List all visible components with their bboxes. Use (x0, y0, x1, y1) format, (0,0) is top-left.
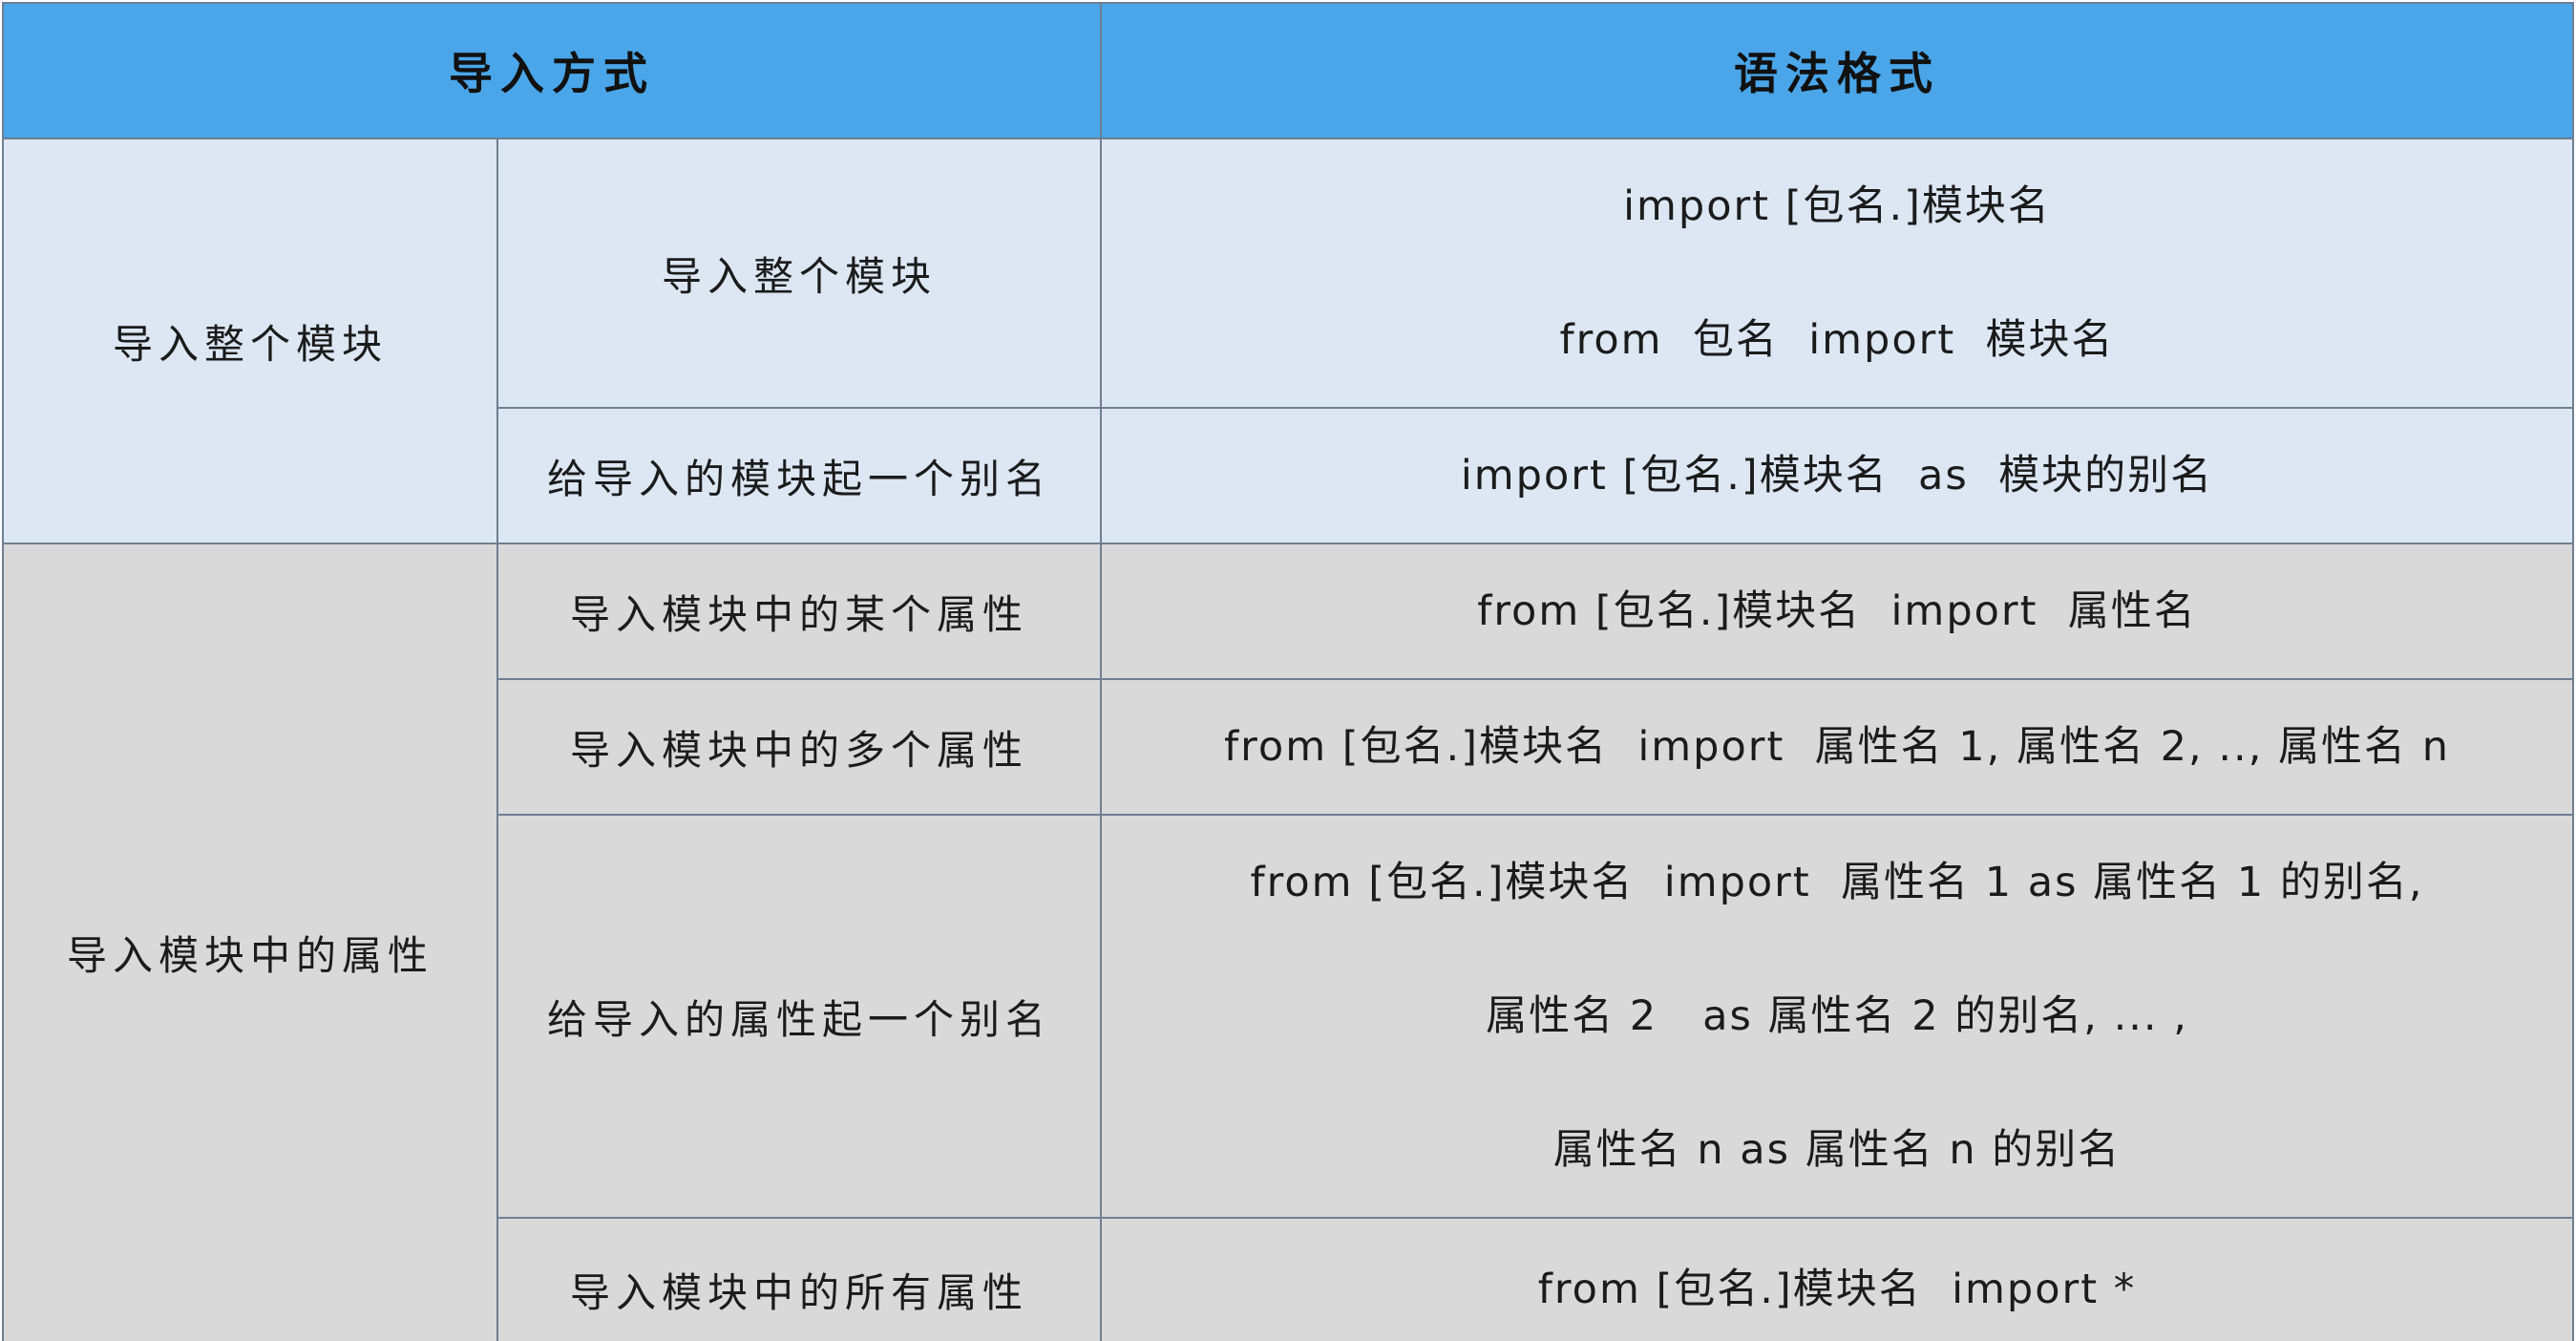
syntax-cell: from [包名.]模块名 import 属性名 1 as 属性名 1 的别名,… (1100, 814, 2574, 1219)
header-row: 导入方式 语法格式 (2, 2, 2574, 139)
table-row: 导入整个模块 导入整个模块 import [包名.]模块名 from 包名 im… (2, 138, 2574, 544)
syntax-line: from [包名.]模块名 import 属性名 (1477, 587, 2197, 635)
syntax-line: 属性名 n as 属性名 n 的别名 (1552, 1126, 2122, 1174)
syntax-line: import [包名.]模块名 (1623, 182, 2051, 230)
method-cell: 导入模块中的所有属性 (496, 1217, 1102, 1341)
category-cell: 导入模块中的属性 (2, 543, 498, 1341)
syntax-cell: import [包名.]模块名 from 包名 import 模块名 (1100, 138, 2574, 409)
method-cell: 给导入的属性起一个别名 (496, 814, 1102, 1219)
syntax-line: from 包名 import 模块名 (1559, 316, 2115, 364)
syntax-line: from [包名.]模块名 import 属性名 1, 属性名 2, .., 属… (1224, 723, 2450, 771)
syntax-line: from [包名.]模块名 import 属性名 1 as 属性名 1 的别名, (1250, 859, 2424, 906)
syntax-line: 属性名 2 as 属性名 2 的别名, ... , (1486, 992, 2188, 1040)
syntax-cell: import [包名.]模块名 as 模块的别名 (1100, 407, 2574, 544)
method-cell: 导入整个模块 (496, 138, 1102, 409)
category-cell: 导入整个模块 (2, 138, 498, 544)
syntax-line: from [包名.]模块名 import * (1537, 1266, 2137, 1313)
syntax-cell: from [包名.]模块名 import * (1100, 1217, 2574, 1341)
syntax-line: import [包名.]模块名 as 模块的别名 (1460, 452, 2214, 500)
method-cell: 导入模块中的某个属性 (496, 543, 1102, 680)
header-method: 导入方式 (2, 2, 1102, 139)
header-syntax: 语法格式 (1100, 2, 2574, 139)
method-cell: 给导入的模块起一个别名 (496, 407, 1102, 544)
syntax-cell: from [包名.]模块名 import 属性名 (1100, 543, 2574, 680)
method-cell: 导入模块中的多个属性 (496, 678, 1102, 816)
syntax-cell: from [包名.]模块名 import 属性名 1, 属性名 2, .., 属… (1100, 678, 2574, 816)
table-row: 导入模块中的属性 导入模块中的某个属性 from [包名.]模块名 import… (2, 543, 2574, 1341)
table-wrapper: 导入方式 语法格式 导入整个模块 导入整个模块 import [包名.]模块名 … (0, 0, 2576, 1341)
module-import-table: 导入方式 语法格式 导入整个模块 导入整个模块 import [包名.]模块名 … (2, 2, 2574, 1341)
